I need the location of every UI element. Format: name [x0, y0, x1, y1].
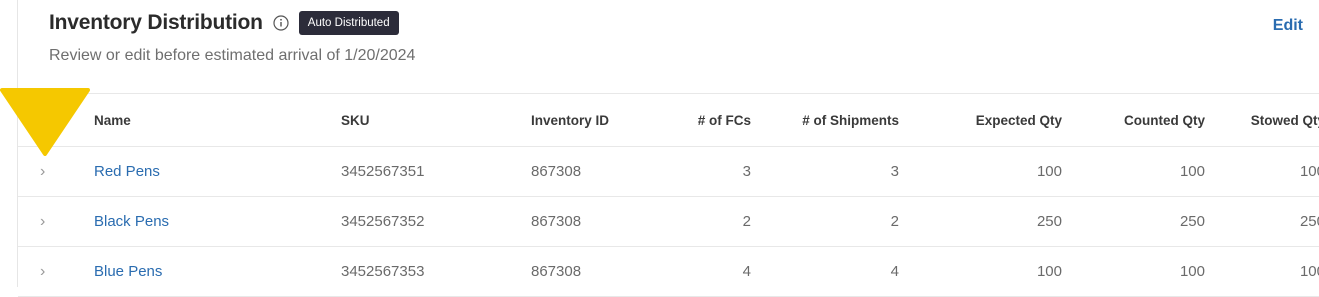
row-shipments: 4 — [751, 246, 899, 297]
chevron-right-icon[interactable]: › — [18, 246, 94, 297]
row-name-cell[interactable]: Blue Pens — [94, 246, 341, 297]
title-row: Inventory Distribution Auto Distributed — [49, 8, 1319, 38]
inventory-table: Name SKU Inventory ID # of FCs # of Ship… — [18, 93, 1319, 297]
column-header-inventory-id[interactable]: Inventory ID — [531, 93, 651, 147]
chevron-right-icon[interactable]: › — [18, 196, 94, 247]
row-fcs: 3 — [651, 146, 751, 197]
row-counted-qty: 100 — [1062, 146, 1205, 197]
row-sku: 3452567353 — [341, 246, 531, 297]
row-fcs: 2 — [651, 196, 751, 247]
row-inventory-id: 867308 — [531, 146, 651, 197]
row-name-link[interactable]: Black Pens — [94, 213, 169, 230]
status-badge: Auto Distributed — [298, 11, 399, 35]
row-name-cell[interactable]: Black Pens — [94, 196, 341, 247]
row-counted-qty: 100 — [1062, 246, 1205, 297]
page-title: Inventory Distribution — [49, 11, 263, 34]
info-icon[interactable] — [273, 15, 289, 31]
table-row[interactable]: › Black Pens 3452567352 867308 2 2 250 2… — [18, 196, 1319, 247]
section-header: Inventory Distribution Auto Distributed … — [49, 8, 1319, 78]
row-expected-qty: 100 — [899, 146, 1062, 197]
column-header-stowed-qty[interactable]: Stowed Qty — [1205, 93, 1319, 147]
row-expected-qty: 100 — [899, 246, 1062, 297]
row-stowed-qty: 100 — [1205, 146, 1319, 197]
row-name-link[interactable]: Red Pens — [94, 163, 160, 180]
row-inventory-id: 867308 — [531, 246, 651, 297]
row-sku: 3452567351 — [341, 146, 531, 197]
row-expected-qty: 250 — [899, 196, 1062, 247]
column-header-fcs[interactable]: # of FCs — [651, 93, 751, 147]
subtitle: Review or edit before estimated arrival … — [49, 47, 416, 64]
triangle-marker — [0, 88, 90, 156]
row-stowed-qty: 100 — [1205, 246, 1319, 297]
row-stowed-qty: 250 — [1205, 196, 1319, 247]
column-header-counted-qty[interactable]: Counted Qty — [1062, 93, 1205, 147]
inventory-table-container: Name SKU Inventory ID # of FCs # of Ship… — [18, 93, 1319, 297]
column-header-sku[interactable]: SKU — [341, 93, 531, 147]
row-counted-qty: 250 — [1062, 196, 1205, 247]
row-inventory-id: 867308 — [531, 196, 651, 247]
inventory-distribution-panel: Inventory Distribution Auto Distributed … — [17, 0, 1319, 297]
table-row[interactable]: › Blue Pens 3452567353 867308 4 4 100 10… — [18, 246, 1319, 297]
table-row[interactable]: › Red Pens 3452567351 867308 3 3 100 100… — [18, 146, 1319, 197]
row-shipments: 3 — [751, 146, 899, 197]
row-name-cell[interactable]: Red Pens — [94, 146, 341, 197]
column-header-expected-qty[interactable]: Expected Qty — [899, 93, 1062, 147]
row-shipments: 2 — [751, 196, 899, 247]
edit-button[interactable]: Edit — [1273, 17, 1303, 35]
table-header-row: Name SKU Inventory ID # of FCs # of Ship… — [18, 93, 1319, 147]
column-header-name[interactable]: Name — [94, 93, 341, 147]
row-fcs: 4 — [651, 246, 751, 297]
row-name-link[interactable]: Blue Pens — [94, 263, 162, 280]
column-header-shipments[interactable]: # of Shipments — [751, 93, 899, 147]
row-sku: 3452567352 — [341, 196, 531, 247]
